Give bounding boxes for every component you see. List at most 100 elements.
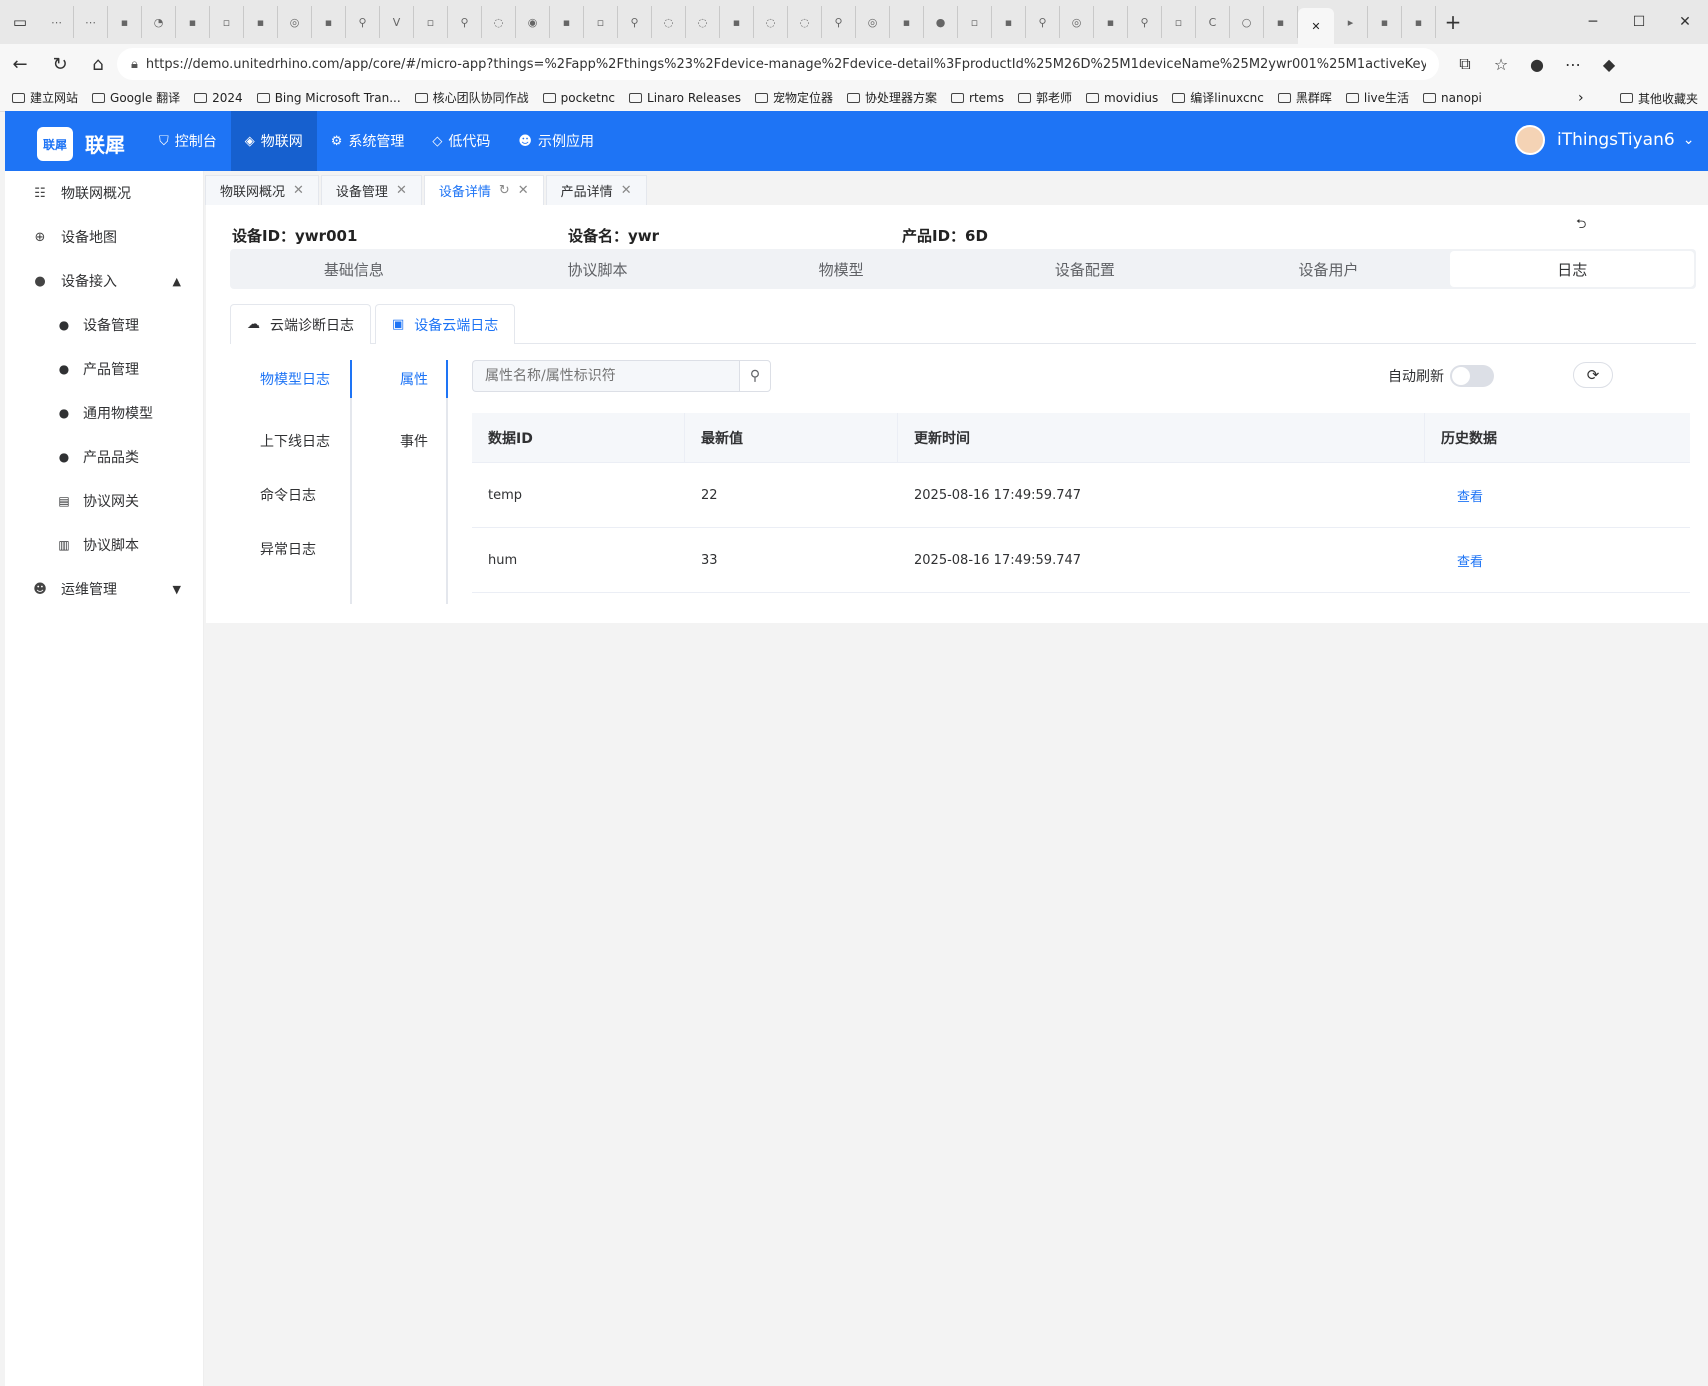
tab-thing-model[interactable]: 物模型 [719, 251, 963, 287]
browser-tab[interactable]: ◌ [788, 6, 822, 38]
sidebar-item-protocol-gateway[interactable]: ▤ 协议网关 [5, 479, 203, 523]
browser-tab[interactable]: ◌ [754, 6, 788, 38]
menu-property[interactable]: 属性 [352, 360, 448, 398]
user-menu[interactable]: iThingsTiyan6 ⌄ [1515, 125, 1694, 155]
menu-online-log[interactable]: 上下线日志 [230, 414, 350, 468]
search-icon[interactable]: ⚲ [739, 360, 771, 392]
nav-console[interactable]: ⛉ 控制台 [145, 111, 231, 171]
browser-tab[interactable]: ⋯ [74, 6, 108, 38]
browser-tab[interactable]: ○ [1230, 6, 1264, 38]
sidebar-item-device-manage[interactable]: ● 设备管理 [5, 303, 203, 347]
bookmark-item[interactable]: 郭老师 [1017, 89, 1072, 106]
page-tab-overview[interactable]: 物联网概况 ✕ [205, 175, 319, 205]
more-icon[interactable]: ⋯ [1555, 55, 1591, 74]
close-icon[interactable]: ✕ [621, 183, 632, 198]
bookmark-item[interactable]: nanopi [1423, 91, 1482, 105]
sidebar-item-product-category[interactable]: ● 产品品类 [5, 435, 203, 479]
browser-tab[interactable]: ◌ [482, 6, 516, 38]
bookmark-item[interactable]: 核心团队协同作战 [414, 89, 529, 106]
browser-tab[interactable]: ▸ [1334, 6, 1368, 38]
browser-tab[interactable]: C [1196, 6, 1230, 38]
bookmark-item[interactable]: 宠物定位器 [754, 89, 833, 106]
close-icon[interactable]: ✕ [396, 183, 407, 198]
bookmark-item[interactable]: Google 翻译 [92, 89, 180, 106]
browser-tab[interactable]: ▪ [176, 6, 210, 38]
search-input[interactable] [472, 360, 739, 392]
browser-tab[interactable]: ▫ [414, 6, 448, 38]
view-history-link[interactable]: 查看 [1425, 463, 1690, 527]
close-icon[interactable]: ✕ [518, 183, 529, 198]
auto-refresh-toggle[interactable] [1450, 365, 1494, 387]
browser-tab[interactable]: ▫ [958, 6, 992, 38]
browser-tab[interactable]: ⋯ [40, 6, 74, 38]
browser-tab[interactable]: ⚲ [346, 6, 380, 38]
browser-tab[interactable]: ⚲ [1026, 6, 1060, 38]
close-window-icon[interactable]: ✕ [1662, 14, 1708, 30]
chevron-right-icon[interactable]: › [1578, 84, 1584, 112]
browser-tab[interactable]: ◌ [686, 6, 720, 38]
browser-tab[interactable]: ▪ [550, 6, 584, 38]
browser-tab[interactable]: ⚲ [822, 6, 856, 38]
sidebar-item-ops[interactable]: ☻ 运维管理 ▼ [5, 567, 203, 611]
extensions-icon[interactable]: ⧉ [1447, 54, 1483, 74]
bookmark-item[interactable]: movidius [1086, 91, 1158, 105]
bookmark-item[interactable]: 2024 [194, 91, 243, 105]
browser-tab[interactable]: ◉ [516, 6, 550, 38]
sidebar-item-common-model[interactable]: ● 通用物模型 [5, 391, 203, 435]
profile-icon[interactable]: ● [1519, 55, 1555, 74]
nav-system[interactable]: ⚙ 系统管理 [317, 111, 419, 171]
new-tab-icon[interactable]: + [1436, 10, 1470, 34]
page-tab-product-detail[interactable]: 产品详情 ✕ [545, 175, 647, 205]
tab-logs[interactable]: 日志 [1450, 251, 1695, 287]
refresh-button[interactable]: ⟳ [1573, 362, 1613, 388]
browser-tab[interactable]: ▪ [720, 6, 754, 38]
refresh-icon[interactable]: ↻ [499, 183, 510, 198]
bookmark-item[interactable]: pocketnc [542, 91, 615, 105]
menu-exception-log[interactable]: 异常日志 [230, 522, 350, 576]
nav-iot[interactable]: ◈ 物联网 [230, 111, 317, 171]
copilot-icon[interactable]: ◆ [1591, 55, 1627, 74]
browser-tab[interactable]: ◎ [856, 6, 890, 38]
favorites-icon[interactable]: ☆ [1483, 55, 1519, 74]
browser-tab[interactable]: ⚲ [448, 6, 482, 38]
nav-lowcode[interactable]: ◇ 低代码 [418, 111, 504, 171]
tab-device-config[interactable]: 设备配置 [963, 251, 1207, 287]
browser-tab[interactable]: ▪ [1402, 6, 1436, 38]
browser-tab[interactable]: ▪ [244, 6, 278, 38]
menu-command-log[interactable]: 命令日志 [230, 468, 350, 522]
tab-protocol-script[interactable]: 协议脚本 [476, 251, 720, 287]
close-icon[interactable]: ✕ [293, 183, 304, 198]
sidebar-item-map[interactable]: ⊕ 设备地图 [5, 215, 203, 259]
bookmark-item[interactable]: Linaro Releases [629, 91, 741, 105]
browser-tab[interactable]: ▫ [210, 6, 244, 38]
browser-tab[interactable]: ▪ [992, 6, 1026, 38]
browser-tab[interactable]: ⚲ [618, 6, 652, 38]
browser-tab[interactable]: ▪ [312, 6, 346, 38]
bookmark-item[interactable]: Bing Microsoft Tran... [256, 91, 401, 105]
view-history-link[interactable]: 查看 [1425, 528, 1690, 592]
other-bookmarks[interactable]: 其他收藏夹 [1620, 84, 1698, 112]
bookmark-item[interactable]: 协处理器方案 [847, 89, 937, 106]
url-field[interactable]: 🔒︎ https://demo.unitedrhino.com/app/core… [117, 48, 1439, 80]
browser-tab[interactable]: ◎ [278, 6, 312, 38]
home-icon[interactable]: ⌂ [82, 54, 114, 75]
bookmark-item[interactable]: live生活 [1345, 89, 1409, 106]
nav-demo[interactable]: ☻ 示例应用 [504, 111, 608, 171]
browser-tab[interactable]: ▪ [890, 6, 924, 38]
maximize-icon[interactable]: ☐ [1616, 14, 1662, 30]
browser-tab[interactable]: ◔ [142, 6, 176, 38]
browser-tab-active[interactable]: ✕ [1298, 8, 1334, 44]
tab-actions-icon[interactable]: ▭ [0, 0, 40, 44]
tab-basic-info[interactable]: 基础信息 [232, 251, 476, 287]
sidebar-item-protocol-script[interactable]: ▥ 协议脚本 [5, 523, 203, 567]
menu-thing-model-log[interactable]: 物模型日志 [230, 360, 352, 398]
menu-event[interactable]: 事件 [352, 414, 446, 468]
sidebar-item-overview[interactable]: ☷ 物联网概况 [5, 171, 203, 215]
browser-tab[interactable]: ⚲ [1128, 6, 1162, 38]
browser-tab[interactable]: ● [924, 6, 958, 38]
bookmark-item[interactable]: 编译linuxcnc [1172, 89, 1264, 106]
return-icon[interactable]: ⮌ [1576, 215, 1586, 237]
reload-icon[interactable]: ↻ [44, 54, 76, 75]
browser-tab[interactable]: ▪ [1368, 6, 1402, 38]
tab-device-users[interactable]: 设备用户 [1207, 251, 1451, 287]
